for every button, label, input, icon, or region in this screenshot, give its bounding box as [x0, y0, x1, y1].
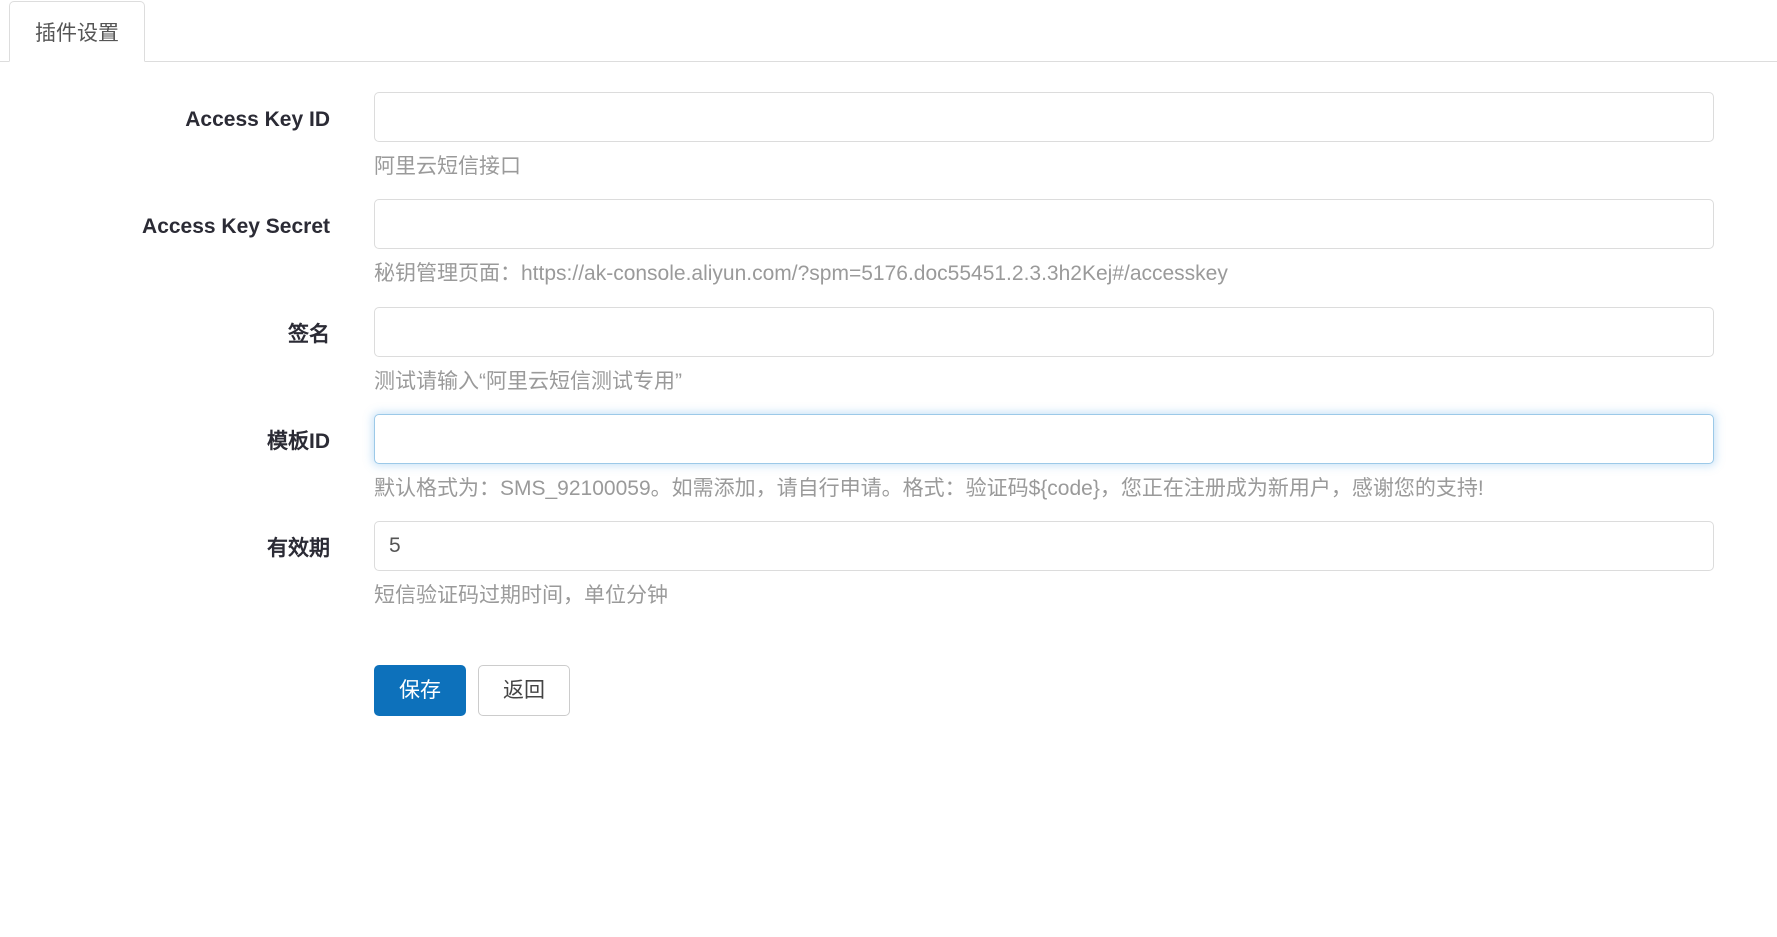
input-access-key-id[interactable]: [374, 92, 1714, 142]
label-expiry: 有效期: [0, 521, 330, 562]
input-signature[interactable]: [374, 307, 1714, 357]
plugin-settings-page: 插件设置 Access Key ID 阿里云短信接口 Access Key Se…: [0, 0, 1777, 937]
tab-plugin-settings[interactable]: 插件设置: [9, 1, 145, 62]
label-template-id: 模板ID: [0, 414, 330, 455]
control-wrap-access-key-secret: 秘钥管理页面：https://ak-console.aliyun.com/?sp…: [330, 199, 1777, 288]
label-signature: 签名: [0, 307, 330, 348]
plugin-settings-form: Access Key ID 阿里云短信接口 Access Key Secret …: [0, 62, 1777, 716]
field-row-template-id: 模板ID 默认格式为：SMS_92100059。如需添加，请自行申请。格式：验证…: [0, 414, 1777, 503]
tab-plugin-settings-label: 插件设置: [35, 17, 119, 47]
control-wrap-signature: 测试请输入“阿里云短信测试专用”: [330, 307, 1777, 396]
label-access-key-id: Access Key ID: [0, 92, 330, 133]
label-access-key-secret: Access Key Secret: [0, 199, 330, 240]
control-wrap-access-key-id: 阿里云短信接口: [330, 92, 1777, 181]
field-row-expiry: 有效期 短信验证码过期时间，单位分钟: [0, 521, 1777, 610]
label-actions-spacer: [0, 629, 330, 643]
save-button[interactable]: 保存: [374, 665, 466, 716]
field-row-access-key-id: Access Key ID 阿里云短信接口: [0, 92, 1777, 181]
tab-strip: 插件设置: [0, 0, 1777, 62]
help-access-key-id: 阿里云短信接口: [374, 153, 1777, 181]
help-signature: 测试请输入“阿里云短信测试专用”: [374, 368, 1777, 396]
input-template-id[interactable]: [374, 414, 1714, 464]
input-expiry[interactable]: [374, 521, 1714, 571]
control-wrap-expiry: 短信验证码过期时间，单位分钟: [330, 521, 1777, 610]
field-row-access-key-secret: Access Key Secret 秘钥管理页面：https://ak-cons…: [0, 199, 1777, 288]
control-wrap-actions: 保存 返回: [330, 629, 1777, 716]
input-access-key-secret[interactable]: [374, 199, 1714, 249]
control-wrap-template-id: 默认格式为：SMS_92100059。如需添加，请自行申请。格式：验证码${co…: [330, 414, 1777, 503]
button-row: 保存 返回: [374, 665, 1777, 716]
field-row-actions: 保存 返回: [0, 629, 1777, 716]
help-access-key-secret: 秘钥管理页面：https://ak-console.aliyun.com/?sp…: [374, 260, 1777, 288]
field-row-signature: 签名 测试请输入“阿里云短信测试专用”: [0, 307, 1777, 396]
help-expiry: 短信验证码过期时间，单位分钟: [374, 582, 1777, 610]
back-button[interactable]: 返回: [478, 665, 570, 716]
help-template-id: 默认格式为：SMS_92100059。如需添加，请自行申请。格式：验证码${co…: [374, 475, 1777, 503]
